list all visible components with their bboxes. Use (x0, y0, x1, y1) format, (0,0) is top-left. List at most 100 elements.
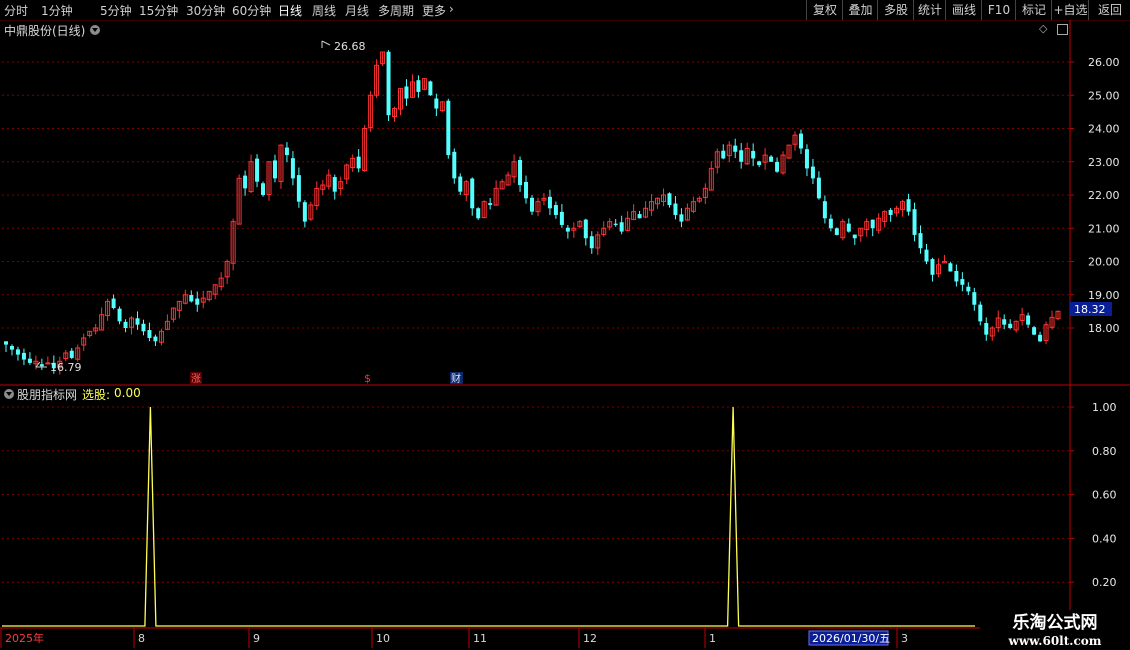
overlay-button[interactable]: 叠加 (842, 0, 878, 20)
candle-body-up (989, 327, 995, 337)
mark-button[interactable]: 标记 (1015, 0, 1052, 20)
candle-body-up (206, 290, 212, 301)
indicator-tick-label: 0.80 (1092, 445, 1117, 458)
diamond-icon[interactable]: ◇ (1039, 22, 1047, 35)
candle-body-up (409, 81, 415, 98)
window-toggle-icon[interactable] (1057, 24, 1068, 35)
candle-body-up (941, 261, 947, 264)
indicator-series (2, 406, 975, 627)
candle-body-up (326, 174, 332, 187)
price-tick-label: 18.00 (1088, 322, 1120, 335)
indicator-tick-label: 0.20 (1092, 576, 1117, 589)
stats-button[interactable]: 统计 (913, 0, 946, 20)
event-marker-up[interactable]: 涨 (191, 373, 201, 385)
price-tick-label: 23.00 (1088, 156, 1120, 169)
candle-body-down (135, 318, 140, 325)
tab-5min[interactable]: 5分钟 (100, 2, 132, 19)
price-tick-label: 26.00 (1088, 56, 1120, 69)
indicator-line (2, 406, 975, 627)
candle-body-up (236, 177, 242, 225)
tab-weekly[interactable]: 周线 (312, 2, 336, 19)
candle-body-up (45, 362, 51, 365)
indicator-menu-icon[interactable] (4, 389, 14, 399)
candle-body-down (810, 166, 815, 179)
candle-body-up (894, 207, 900, 214)
candle-body-down (243, 175, 248, 189)
candle-body-up (278, 144, 284, 182)
candle-body-down (870, 219, 875, 229)
candle-body-down (296, 175, 301, 202)
candle-body-down (1032, 327, 1037, 335)
event-marker-finance[interactable]: 财 (451, 372, 461, 385)
candle-body-down (798, 133, 803, 149)
event-marker-dividend[interactable]: $ (364, 372, 371, 385)
chevron-right-icon[interactable]: › (449, 2, 454, 16)
candle-body-down (757, 161, 762, 166)
indicator-value: 0.00 (114, 386, 141, 400)
candle-body-down (619, 222, 624, 232)
candle-body-down (386, 51, 391, 116)
candle-body-up (995, 317, 1001, 329)
cursor-date-label: 2026/01/30/五 (812, 632, 890, 645)
tab-daily[interactable]: 日线 (278, 2, 302, 19)
candle-body-up (541, 197, 547, 201)
candle-body-up (81, 337, 87, 346)
tab-15min[interactable]: 15分钟 (139, 2, 178, 19)
low-price-label: 16.79 (50, 361, 82, 374)
candle-body-up (792, 134, 798, 145)
tab-more[interactable]: 更多 (422, 2, 446, 19)
candle-body-up (780, 154, 786, 174)
candle-body-down (739, 150, 744, 162)
candle-body-up (224, 261, 230, 278)
time-tick-label: 9 (253, 632, 260, 645)
candle-body-up (380, 51, 386, 65)
draw-button[interactable]: 画线 (945, 0, 982, 20)
candle-body-down (284, 147, 289, 156)
candle-body-up (499, 181, 505, 190)
candle-body-down (852, 234, 857, 239)
candle-body-up (661, 194, 666, 203)
candle-body-up (200, 297, 206, 303)
candle-body-up (607, 221, 613, 228)
candle-body-up (505, 174, 511, 186)
candle-body-up (463, 181, 469, 196)
watermark-url: www.60lt.com (1008, 634, 1102, 648)
candle-body-down (751, 150, 756, 159)
candle-body-down (123, 321, 128, 328)
candle-body-down (4, 341, 8, 345)
tab-multiperiod[interactable]: 多周期 (378, 2, 414, 19)
candle-body-down (1002, 319, 1007, 325)
candle-body-up (1049, 316, 1055, 328)
candle-body-up (649, 201, 655, 211)
candle-body-down (948, 263, 953, 272)
candle-body-down (117, 308, 122, 322)
candle-body-down (458, 176, 463, 192)
indicator-tick-label: 1.00 (1092, 401, 1117, 414)
candle-body-up (481, 201, 487, 219)
tab-60min[interactable]: 60分钟 (232, 2, 271, 19)
add-watchlist-button[interactable]: +自选 (1051, 0, 1089, 20)
f10-button[interactable]: F10 (981, 0, 1016, 20)
candle-body-down (518, 159, 523, 186)
candle-body-down (547, 196, 552, 209)
candle-body-down (828, 218, 833, 229)
multistock-button[interactable]: 多股 (877, 0, 914, 20)
tab-30min[interactable]: 30分钟 (186, 2, 225, 19)
chevron-down-icon[interactable] (90, 25, 100, 35)
candle-body-down (9, 346, 14, 350)
candle-body-up (595, 234, 601, 249)
tab-monthly[interactable]: 月线 (345, 2, 369, 19)
candle-body-up (164, 320, 170, 330)
fuquan-button[interactable]: 复权 (806, 0, 843, 20)
candle-body-up (744, 147, 750, 165)
candle-body-down (332, 177, 337, 192)
candle-body-up (421, 78, 427, 90)
candle-body-down (667, 193, 672, 205)
tab-fenshi[interactable]: 分时 (4, 2, 28, 19)
candle-body-down (404, 86, 409, 99)
candle-body-up (320, 184, 326, 190)
candle-body-up (212, 284, 218, 295)
indicator-name: 股朋指标网 (17, 388, 78, 402)
tab-1min[interactable]: 1分钟 (41, 2, 73, 19)
back-button[interactable]: 返回 (1088, 0, 1130, 20)
